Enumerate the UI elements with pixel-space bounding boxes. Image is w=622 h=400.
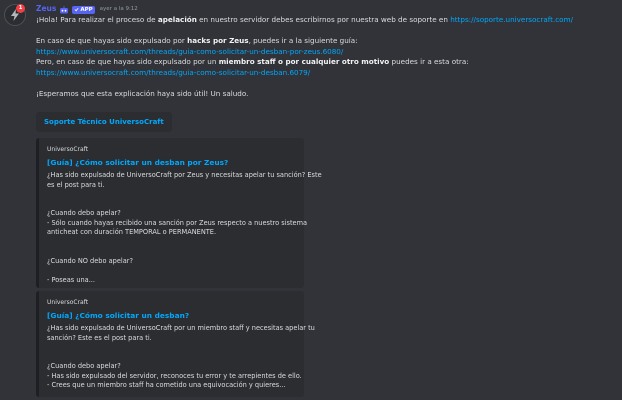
bold-text: miembro staff o por cualquier otro motiv… <box>218 57 390 66</box>
embed-description-line: - Crees que un miembro staff ha cometido… <box>47 381 286 389</box>
embed-description-line: ¿Cuando debo apelar? <box>47 362 121 370</box>
embed-card: UniversoCraft [Guía] ¿Cómo solicitar un … <box>36 291 315 397</box>
embed-description: ¿Has sido expulsado de UniversoCraft por… <box>47 171 322 285</box>
message-line: ¡Hola! Para realizar el proceso de apela… <box>36 15 616 26</box>
message-content: ¡Hola! Para realizar el proceso de apela… <box>36 15 616 99</box>
embed-author[interactable]: UniversoCraft <box>47 298 296 308</box>
embed-description-line: es el post para ti. <box>47 180 105 189</box>
message-link[interactable]: https://www.universocraft.com/threads/gu… <box>36 47 343 56</box>
line-spacer <box>47 353 296 363</box>
embed-author[interactable]: UniversoCraft <box>47 145 296 155</box>
message-line: Pero, en caso de que hayas sido expulsad… <box>36 57 616 68</box>
message-text: Pero, en caso de que hayas sido expulsad… <box>36 57 219 66</box>
message-text: ¡Hola! Para realizar el proceso de <box>36 15 158 24</box>
message-text: en nuestro servidor debes escribirnos po… <box>196 15 451 24</box>
timestamp[interactable]: ayer a la 9:12 <box>100 4 138 15</box>
embed-description-line: - Has sido expulsado del servidor, recon… <box>47 371 302 380</box>
line-spacer <box>36 26 616 37</box>
app-tag-label: APP <box>80 6 93 13</box>
line-spacer <box>36 78 616 89</box>
embed-description-line: ¿Has sido expulsado de UniversoCraft por… <box>47 324 315 332</box>
embed-description-line: ¿Cuando NO debo apelar? <box>47 256 133 265</box>
support-button[interactable]: Soporte Técnico UniversoCraft <box>36 112 172 132</box>
line-spacer <box>47 247 296 257</box>
line-spacer <box>47 200 296 210</box>
author-name[interactable]: Zeus <box>36 4 56 15</box>
embed-title[interactable]: [Guía] ¿Cómo solicitar un desban por Zeu… <box>47 158 296 168</box>
embed-description: ¿Has sido expulsado de UniversoCraft por… <box>47 324 315 391</box>
line-spacer <box>47 343 296 353</box>
message-text: En caso de que hayas sido expulsado por <box>36 36 188 45</box>
app-tag: APP <box>72 5 95 14</box>
embed-description-line: - Sólo cuando hayas recibido una sanción… <box>47 218 308 227</box>
notification-badge: 1 <box>16 4 25 13</box>
check-icon <box>74 7 79 12</box>
embed-description-line: sanción? Este es el post para ti. <box>47 333 152 342</box>
embed-description-line: - Poseas una... <box>47 275 96 284</box>
embed-title[interactable]: [Guía] ¿Cómo solicitar un desban? <box>47 311 296 321</box>
message-text: puedes ir a esta otra: <box>389 57 469 66</box>
embed-description-line: ¿Cuando debo apelar? <box>47 209 121 217</box>
message-line: ¡Esperamos que esta explicación haya sid… <box>36 89 616 100</box>
message-text: , puedes ir a la siguiente guía: <box>248 36 358 45</box>
embed-card: UniversoCraft [Guía] ¿Cómo solicitar un … <box>36 138 322 288</box>
message-text: ¡Esperamos que esta explicación haya sid… <box>36 88 249 98</box>
embed-description-line: ¿Has sido expulsado de UniversoCraft por… <box>47 171 322 179</box>
embed-description-line: anticheat con duración TEMPORAL o PERMAN… <box>47 228 217 236</box>
bot-icon <box>60 5 69 13</box>
message-line: En caso de que hayas sido expulsado por … <box>36 36 616 47</box>
message-line: https://www.universocraft.com/threads/gu… <box>36 47 616 58</box>
message-line: https://www.universocraft.com/threads/gu… <box>36 68 616 79</box>
line-spacer <box>47 238 296 248</box>
message-link[interactable]: https://soporte.universocraft.com/ <box>450 15 573 24</box>
message-link[interactable]: https://www.universocraft.com/threads/gu… <box>36 68 310 77</box>
line-spacer <box>47 266 296 276</box>
message-header: Zeus APP ayer a la 9:12 <box>36 4 138 15</box>
bold-text: hacks por Zeus <box>187 36 249 45</box>
line-spacer <box>47 190 296 200</box>
bold-text: apelación <box>157 15 197 24</box>
